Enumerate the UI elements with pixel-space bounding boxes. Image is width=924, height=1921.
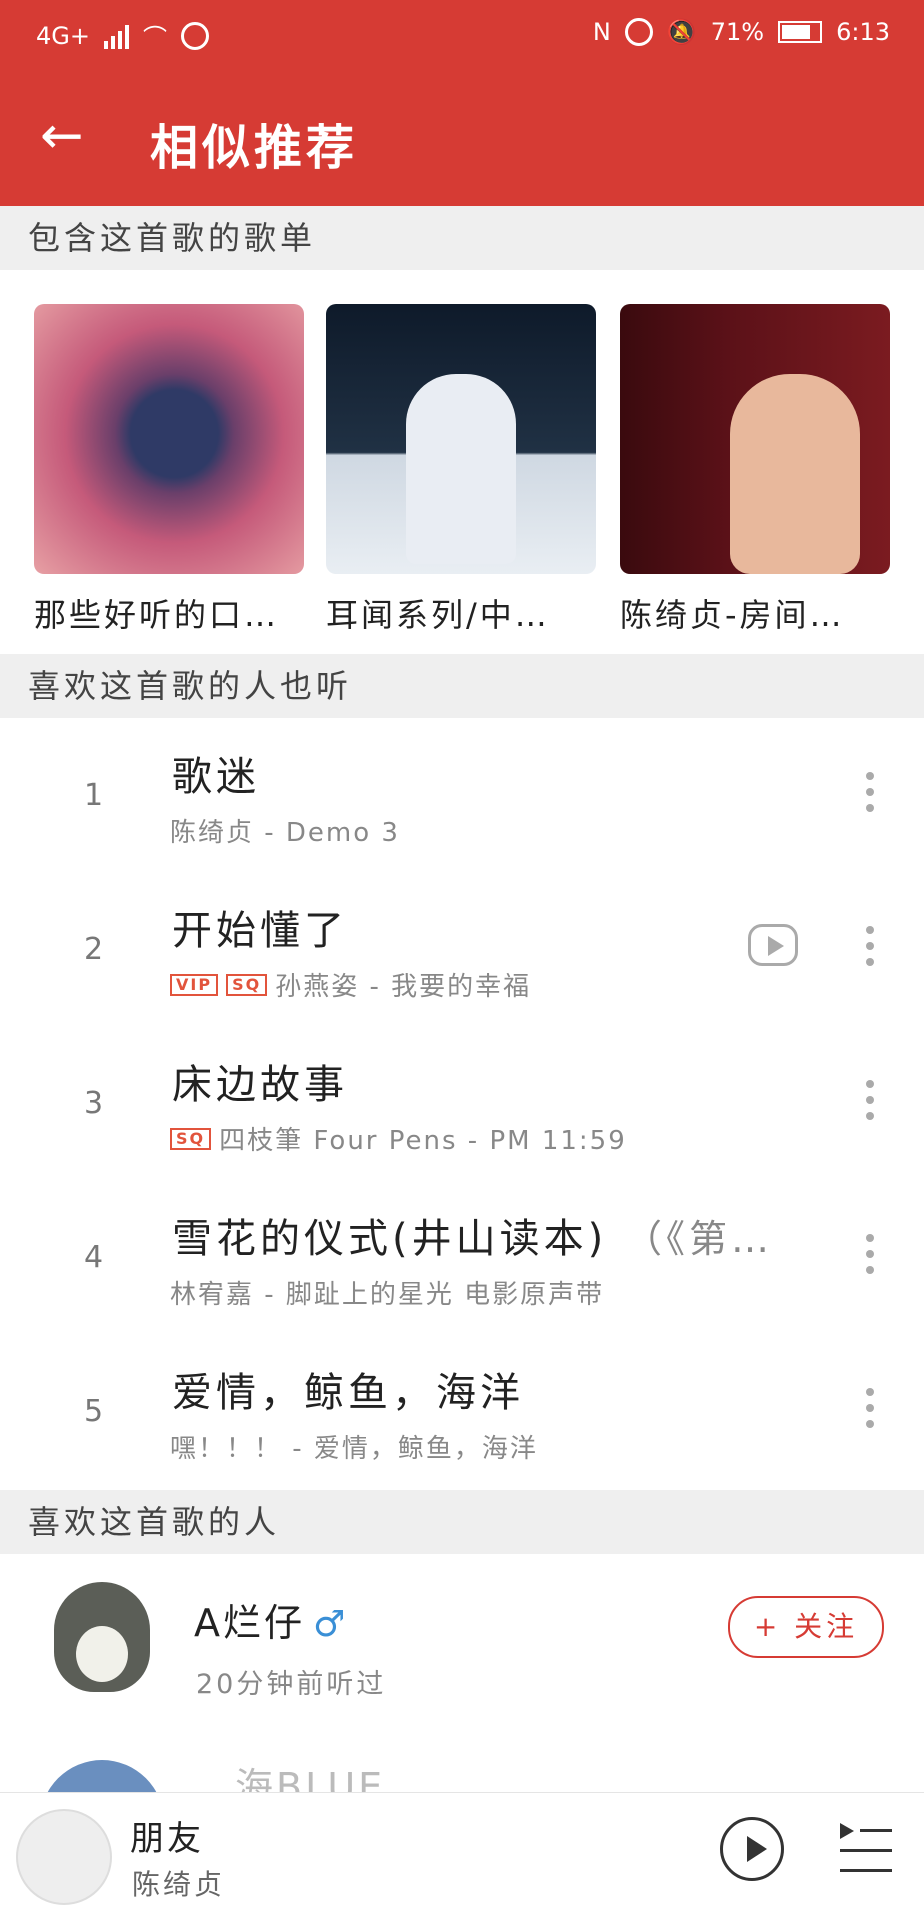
back-arrow-icon[interactable]: ← <box>40 110 84 162</box>
playlist-cover <box>326 304 596 574</box>
more-options-icon[interactable] <box>866 1234 874 1274</box>
alarm-icon <box>624 18 653 46</box>
song-title: 开始懂了 <box>172 898 348 956</box>
section-users-header: 喜欢这首歌的人 <box>0 1490 924 1554</box>
sq-badge: SQ <box>226 973 268 996</box>
sq-badge: SQ <box>170 1127 212 1150</box>
nfc-icon: N <box>592 18 611 46</box>
player-song-title: 朋友 <box>130 1819 204 1859</box>
song-row[interactable]: 4 雪花的仪式(井山读本) （《第… 林宥嘉 - 脚趾上的星光 电影原声带 <box>0 1182 924 1336</box>
avatar[interactable] <box>40 1760 164 1792</box>
playlist-cover <box>620 304 890 574</box>
user-name: …海BLUE <box>194 1765 386 1792</box>
song-title-text: 爱情，鲸鱼，海洋 <box>172 1370 524 1416</box>
app-header-bar: 4G+ ⌒ N 🔕 71% 6:13 ← 相似推荐 <box>0 0 924 206</box>
avatar[interactable] <box>40 1576 164 1700</box>
song-index: 1 <box>84 778 104 813</box>
user-name-text: A烂仔 <box>194 1601 305 1645</box>
section-playlists-title: 包含这首歌的歌单 <box>28 219 317 257</box>
clock: 6:13 <box>836 18 890 46</box>
status-bar: 4G+ ⌒ N 🔕 71% 6:13 <box>0 0 924 72</box>
song-row[interactable]: 2 开始懂了 VIP SQ 孙燕姿 - 我要的幸福 <box>0 874 924 1028</box>
song-title: 爱情，鲸鱼，海洋 <box>172 1360 524 1418</box>
more-options-icon[interactable] <box>866 1080 874 1120</box>
mute-icon: 🔕 <box>666 18 697 46</box>
song-index: 3 <box>84 1086 104 1121</box>
song-row[interactable]: 1 歌迷 陈绮贞 - Demo 3 <box>0 720 924 874</box>
page-title: 相似推荐 <box>150 120 359 176</box>
section-playlists-header: 包含这首歌的歌单 <box>0 206 924 270</box>
network-type: 4G+ <box>36 21 90 50</box>
section-songs-title: 喜欢这首歌的人也听 <box>28 667 353 705</box>
song-artist-album: 嘿！！！ - 爱情，鲸鱼，海洋 <box>170 1434 538 1464</box>
song-subtitle: SQ 四枝筆 Four Pens - PM 11:59 <box>170 1120 627 1157</box>
battery-percent: 71% <box>710 18 765 46</box>
song-title: 歌迷 <box>172 744 260 802</box>
song-artist-album: 陈绮贞 - Demo 3 <box>170 818 400 848</box>
playlist-card[interactable]: 耳闻系列/中… <box>326 304 596 636</box>
song-subtitle: 嘿！！！ - 爱情，鲸鱼，海洋 <box>170 1428 538 1465</box>
playlist-name: 陈绮贞-房间… <box>620 596 845 634</box>
song-index: 2 <box>84 932 104 967</box>
song-title: 雪花的仪式(井山读本) （《第… <box>172 1206 773 1264</box>
song-artist-album: 四枝筆 Four Pens - PM 11:59 <box>219 1126 627 1156</box>
more-options-icon[interactable] <box>866 1388 874 1428</box>
song-subtitle: VIP SQ 孙燕姿 - 我要的幸福 <box>170 966 531 1003</box>
user-listen-time: 20分钟前听过 <box>196 1669 387 1700</box>
user-row[interactable]: A烂仔 ♂ 20分钟前听过 + 关注 <box>0 1556 924 1746</box>
song-row[interactable]: 3 床边故事 SQ 四枝筆 Four Pens - PM 11:59 <box>0 1028 924 1182</box>
song-title-text: 歌迷 <box>172 754 260 800</box>
song-subtitle: 陈绮贞 - Demo 3 <box>170 812 400 849</box>
song-row[interactable]: 5 爱情，鲸鱼，海洋 嘿！！！ - 爱情，鲸鱼，海洋 <box>0 1336 924 1490</box>
song-title-text: 开始懂了 <box>172 908 348 954</box>
song-title-text: 雪花的仪式(井山读本) <box>172 1216 608 1262</box>
wifi-icon: ⌒ <box>142 24 167 52</box>
play-icon[interactable] <box>720 1817 784 1881</box>
song-artist-album: 孙燕姿 - 我要的幸福 <box>275 972 532 1002</box>
more-options-icon[interactable] <box>866 772 874 812</box>
song-title-text: 床边故事 <box>172 1062 348 1108</box>
playlist-cover <box>34 304 304 574</box>
timer-icon <box>180 21 209 50</box>
section-users-title: 喜欢这首歌的人 <box>28 1503 281 1541</box>
signal-icon <box>103 23 129 49</box>
playlist-icon[interactable] <box>840 1823 892 1879</box>
album-art[interactable] <box>16 1809 112 1905</box>
mini-player[interactable]: 朋友 陈绮贞 <box>0 1792 924 1921</box>
follow-button[interactable]: + 关注 <box>728 1596 884 1658</box>
playlist-name: 那些好听的口… <box>34 596 280 634</box>
more-options-icon[interactable] <box>866 926 874 966</box>
player-artist: 陈绮贞 <box>132 1868 226 1901</box>
song-index: 5 <box>84 1394 104 1429</box>
playlist-card[interactable]: 那些好听的口… <box>34 304 304 636</box>
battery-icon <box>778 21 823 43</box>
playlist-card[interactable]: 陈绮贞-房间… <box>620 304 890 636</box>
section-songs-header: 喜欢这首歌的人也听 <box>0 654 924 718</box>
song-index: 4 <box>84 1240 104 1275</box>
header: ← 相似推荐 <box>0 72 924 206</box>
playlist-name: 耳闻系列/中… <box>326 596 550 634</box>
user-row[interactable]: …海BLUE <box>0 1752 924 1792</box>
song-artist-album: 林宥嘉 - 脚趾上的星光 电影原声带 <box>170 1280 605 1310</box>
user-name: A烂仔 ♂ <box>194 1592 348 1647</box>
song-title: 床边故事 <box>172 1052 348 1110</box>
video-play-icon[interactable] <box>748 924 798 966</box>
song-subtitle: 林宥嘉 - 脚趾上的星光 电影原声带 <box>170 1274 604 1311</box>
male-icon: ♂ <box>313 1604 349 1645</box>
vip-badge: VIP <box>170 973 219 996</box>
song-title-extra: （《第… <box>623 1217 773 1261</box>
